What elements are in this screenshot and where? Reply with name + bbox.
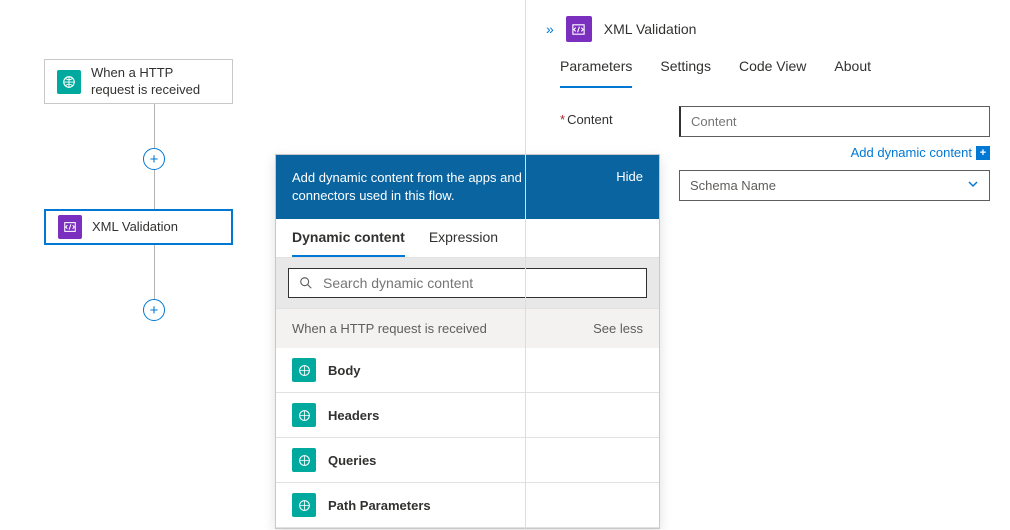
tab-parameters[interactable]: Parameters: [560, 58, 632, 88]
search-icon: [299, 276, 313, 290]
add-step-button[interactable]: +: [143, 148, 165, 170]
trigger-label: When a HTTP request is received: [91, 65, 220, 99]
trigger-node[interactable]: When a HTTP request is received: [44, 59, 233, 104]
schema-name-select[interactable]: Schema Name: [679, 170, 990, 201]
section-title: When a HTTP request is received: [292, 321, 487, 336]
action-node[interactable]: XML Validation: [44, 209, 233, 245]
action-label: XML Validation: [92, 219, 178, 236]
content-label: Content: [560, 106, 665, 127]
http-icon: [292, 403, 316, 427]
chevron-down-icon: [967, 178, 979, 193]
http-icon: [292, 493, 316, 517]
item-label: Body: [328, 363, 361, 378]
item-label: Path Parameters: [328, 498, 431, 513]
select-placeholder: Schema Name: [690, 178, 776, 193]
tab-about[interactable]: About: [834, 58, 871, 88]
collapse-icon[interactable]: »: [546, 21, 554, 37]
xml-validation-icon: [58, 215, 82, 239]
schema-label: [560, 170, 665, 176]
panel-tabs: Parameters Settings Code View About: [526, 52, 1010, 88]
add-dynamic-content-link[interactable]: Add dynamic content +: [526, 141, 1010, 170]
content-input[interactable]: [679, 106, 990, 137]
http-icon: [292, 358, 316, 382]
http-icon: [57, 70, 81, 94]
plus-icon: +: [976, 146, 990, 160]
tab-codeview[interactable]: Code View: [739, 58, 806, 88]
tab-dynamic-content[interactable]: Dynamic content: [292, 229, 405, 257]
http-icon: [292, 448, 316, 472]
add-step-button[interactable]: +: [143, 299, 165, 321]
popover-header-text: Add dynamic content from the apps and co…: [292, 169, 562, 205]
panel-title: XML Validation: [604, 21, 697, 37]
xml-validation-icon: [566, 16, 592, 42]
tab-settings[interactable]: Settings: [660, 58, 711, 88]
item-label: Headers: [328, 408, 379, 423]
item-label: Queries: [328, 453, 376, 468]
tab-expression[interactable]: Expression: [429, 229, 498, 257]
connector-line: [154, 245, 155, 299]
details-panel: » XML Validation Parameters Settings Cod…: [525, 0, 1010, 530]
